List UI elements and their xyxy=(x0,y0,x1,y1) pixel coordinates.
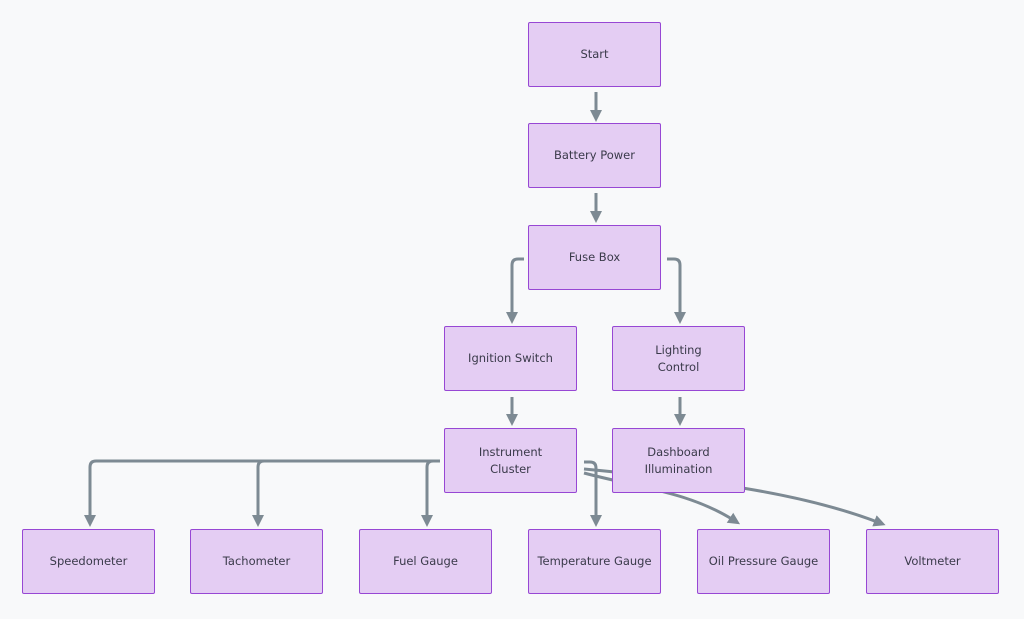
node-speedometer[interactable]: Speedometer xyxy=(22,529,155,594)
node-instrument-cluster[interactable]: Instrument Cluster xyxy=(444,428,577,493)
edge-fuse-ignition xyxy=(506,257,524,324)
node-fuel-gauge[interactable]: Fuel Gauge xyxy=(359,529,492,594)
node-ignition-switch[interactable]: Ignition Switch xyxy=(444,326,577,391)
node-voltmeter[interactable]: Voltmeter xyxy=(866,529,999,594)
edge-cluster-tachometer xyxy=(252,459,440,527)
edge-cluster-fuel xyxy=(421,459,440,527)
node-dashboard-illumination[interactable]: Dashboard Illumination xyxy=(612,428,745,493)
edge-fuse-lighting xyxy=(667,257,686,324)
node-tachometer[interactable]: Tachometer xyxy=(190,529,323,594)
node-start[interactable]: Start xyxy=(528,22,661,87)
edge-cluster-speedometer xyxy=(84,459,440,527)
edges-layer xyxy=(84,92,886,527)
node-lighting-control[interactable]: Lighting Control xyxy=(612,326,745,391)
node-temperature-gauge[interactable]: Temperature Gauge xyxy=(528,529,661,594)
node-fuse-box[interactable]: Fuse Box xyxy=(528,225,661,290)
node-battery-power[interactable]: Battery Power xyxy=(528,123,661,188)
node-oil-pressure-gauge[interactable]: Oil Pressure Gauge xyxy=(697,529,830,594)
